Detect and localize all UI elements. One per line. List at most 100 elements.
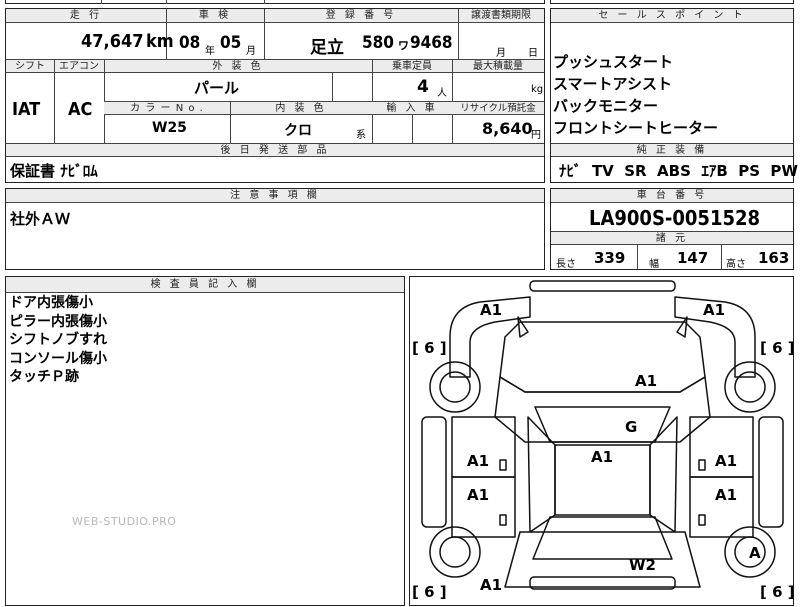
mark-rear-left-panel: A1 [480,576,503,594]
recycle-value: 8,640 [482,119,533,138]
mark-rear-right-door: A1 [715,486,738,504]
mark-rear-left-door: A1 [467,486,490,504]
mark-rear-glass: W2 [629,556,656,574]
mark-front-left-door: A1 [467,452,490,470]
right-rocker-shape [758,416,784,528]
specs-height: 163 [758,249,790,267]
recycle-header: リサイクル預託金 [452,102,544,115]
inspector-note: ピラー内張傷小 [9,313,107,330]
sales-point-item: プッシュスタート [553,53,674,71]
tire-fl-mark: [ 6 ] [412,339,447,357]
front-bumper-shape [529,280,676,292]
inspector-note: シフトノブすれ [9,332,107,348]
inspector-notes-box: 検 査 員 記 入 欄 ドア内張傷小 ピラー内張傷小 シフトノブすれ コンソール… [5,276,405,606]
specs-width-label: 幅 [649,259,659,270]
caution-header: 注 意 事 項 欄 [6,189,544,203]
mark-front-left-panel: A1 [480,301,503,319]
registration-header: 登 録 番 号 [264,9,458,23]
hood-shape [499,321,706,393]
inspection-month: 05 [220,33,242,53]
chassis-box: 車 台 番 号 LA900S-0051528 諸 元 長さ 339 幅 147 … [550,188,794,270]
registration-area: 足立 [310,38,344,58]
handle-rl [499,514,507,526]
inspection-year-unit: 年 [205,46,215,57]
interior-color-value: クロ [284,123,312,139]
aircon-header: エアコン [54,60,104,73]
transfer-deadline-header: 譲渡書類期限 [458,9,544,23]
specs-height-label: 高さ [726,259,746,270]
mark-rear-right-wheel: A [749,544,761,562]
caution-box: 注 意 事 項 欄 社外ＡＷ [5,188,545,270]
rear-glass-shape [532,516,673,560]
sales-point-item: バックモニター [553,97,659,115]
interior-color-suffix: 系 [356,130,366,141]
watermark: WEB-STUDIO.PRO [72,515,177,528]
chassis-number: LA900S-0051528 [589,206,761,230]
spec-table: 走 行 車 検 登 録 番 号 譲渡書類期限 47,647 km 08 年 05… [5,8,545,183]
exterior-color-value: パール [194,79,240,97]
inspector-notes-header: 検 査 員 記 入 欄 [6,277,404,293]
mileage-header: 走 行 [6,9,166,23]
left-pillar-shape [527,416,556,533]
inspection-year: 08 [179,33,201,53]
shift-header: シフト [6,60,54,73]
inspector-notes-list: ドア内張傷小 ピラー内張傷小 シフトノブすれ コンソール傷小 タッチＰ跡 [9,294,107,387]
mark-front-right-door: A1 [715,452,738,470]
wheel-fr [724,361,776,413]
sales-points-header: セ ー ル ス ポ イ ン ト [551,9,793,23]
exterior-color-header: 外 装 色 [104,60,372,73]
right-mirror-shape [676,316,688,338]
mark-windshield: G [625,418,638,436]
registration-number: 9468 [410,33,453,53]
sales-point-item: スマートアシスト [553,75,672,93]
sales-points-list: プッシュスタート スマートアシスト バックモニター フロントシートヒーター [553,51,718,139]
capacity-value: 4 [417,77,429,97]
registration-kana: ワ [398,39,409,52]
car-diagram-box: A1 A1 A1 G A1 A1 A1 A1 A1 W2 A1 A [ 6 ] … [409,276,795,606]
car-diagram [421,280,784,590]
specs-header: 諸 元 [551,232,793,245]
wheel-fl [429,361,481,413]
specs-width: 147 [677,249,709,267]
front-section-shape [494,376,711,443]
mark-front-right-panel: A1 [703,301,726,319]
chassis-header: 車 台 番 号 [551,189,793,203]
inspector-note: ドア内張傷小 [9,295,93,311]
left-mirror-shape [517,316,529,338]
recycle-unit: 円 [531,130,541,141]
sales-points-box: セ ー ル ス ポ イ ン ト プッシュスタート スマートアシスト バックモニタ… [550,8,798,183]
handle-fl [499,459,507,471]
max-load-unit: kg [531,84,544,95]
inspection-month-unit: 月 [246,46,256,57]
color-no-value: W25 [152,120,187,136]
mileage-unit: km [146,31,174,52]
aircon-value: AC [68,99,93,120]
shift-value: IAT [12,99,41,120]
handle-rr [698,514,706,526]
handle-fr [698,459,706,471]
wheel-rl [429,526,481,578]
tire-fr-mark: [ 6 ] [760,339,795,357]
transfer-day-unit: 日 [528,48,538,59]
specs-length-label: 長さ [556,259,576,270]
delivery-parts-header: 後 日 発 送 部 品 [6,144,544,157]
tire-rl-mark: [ 6 ] [412,583,447,601]
inspector-note: タッチＰ跡 [9,369,79,385]
mileage-value: 47,647 [81,31,144,52]
registration-class: 580 [362,33,394,53]
inspector-note: コンソール傷小 [9,350,107,367]
interior-color-header: 内 装 色 [230,102,372,115]
equipment-value: ﾅﾋﾞ TV SR ABS ｴｱB PS PW [559,162,798,180]
tire-rr-mark: [ 6 ] [760,583,795,601]
top-strip-right [550,0,794,4]
specs-length: 339 [594,249,626,267]
import-header: 輸 入 車 [372,102,452,115]
windshield-shape [534,406,671,443]
inspection-header: 車 検 [166,9,264,23]
transfer-month-unit: 月 [496,48,506,59]
left-rocker-shape [421,416,447,528]
wheel-rl-inner [439,536,471,568]
capacity-header: 乗車定員 [372,60,452,73]
right-pillar-shape [649,416,678,533]
delivery-parts-value: 保証書 ﾅﾋﾞﾛﾑ [10,162,98,180]
